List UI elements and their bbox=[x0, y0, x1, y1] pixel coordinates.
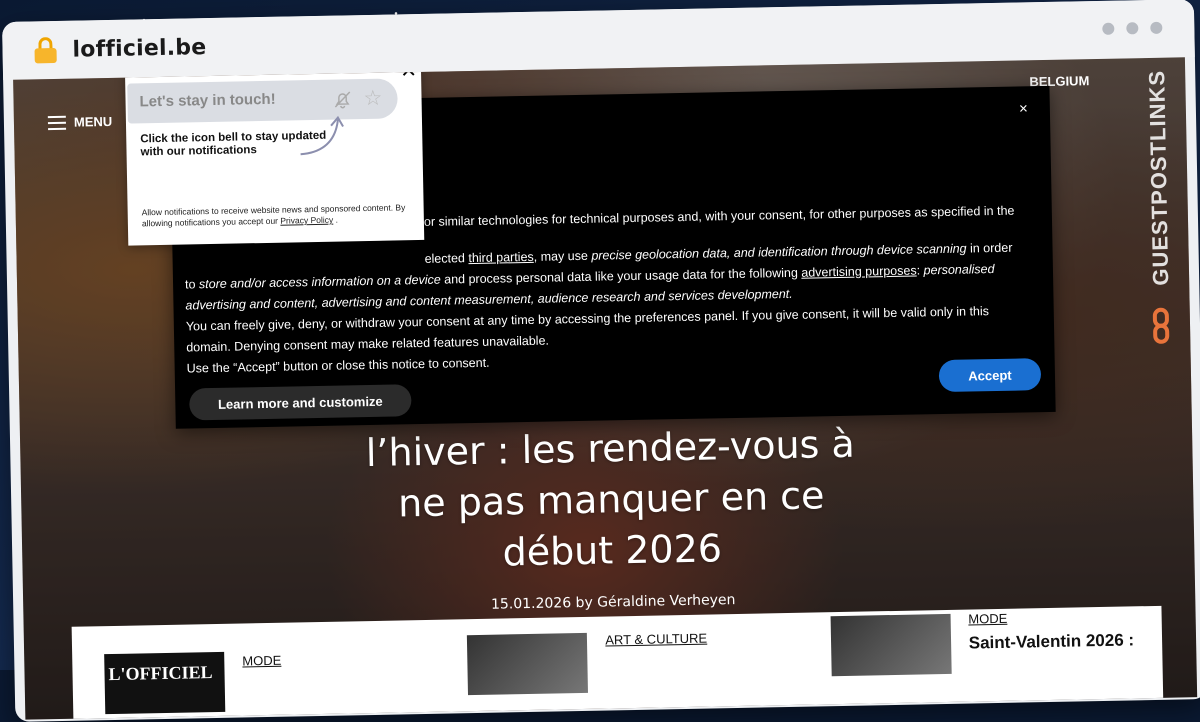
card-thumbnail[interactable] bbox=[467, 632, 589, 696]
card-category[interactable]: ART & CULTURE bbox=[605, 631, 707, 648]
card-title[interactable]: Saint-Valentin 2026 : bbox=[969, 630, 1135, 653]
window-dot-icon[interactable] bbox=[1102, 22, 1115, 35]
browser-window: lofficiel.be MENU BELGIUM l’hiver : les … bbox=[2, 0, 1200, 722]
page-viewport: MENU BELGIUM l’hiver : les rendez-vous à… bbox=[13, 57, 1198, 720]
brand-logo: L'OFFICIEL bbox=[108, 662, 213, 685]
menu-label: MENU bbox=[73, 113, 113, 130]
window-dot-icon[interactable] bbox=[1150, 21, 1163, 34]
card-category[interactable]: MODE bbox=[242, 653, 281, 669]
article-title-line: ne pas manquer en ce bbox=[397, 473, 825, 526]
card-category[interactable]: MODE bbox=[968, 611, 1007, 627]
privacy-policy-link[interactable]: Privacy Policy bbox=[280, 215, 333, 226]
window-controls bbox=[1102, 21, 1163, 35]
article-cards: L'OFFICIEL MODE ART & CULTURE MODE Saint… bbox=[71, 605, 1164, 720]
notification-title: Let's stay in touch! bbox=[139, 90, 276, 111]
card-thumbnail[interactable] bbox=[830, 613, 952, 677]
article-card[interactable]: MODE Saint-Valentin 2026 : bbox=[798, 606, 1163, 713]
watermark: GUESTPOSTLINKS bbox=[1137, 57, 1183, 358]
article-title-line: début 2026 bbox=[502, 526, 723, 575]
third-parties-link[interactable]: third parties bbox=[468, 250, 534, 265]
hamburger-icon bbox=[47, 115, 67, 130]
article-title[interactable]: l’hiver : les rendez-vous à ne pas manqu… bbox=[350, 418, 873, 581]
article-title-line: l’hiver : les rendez-vous à bbox=[365, 421, 856, 476]
window-dot-icon[interactable] bbox=[1126, 22, 1139, 35]
hero-article[interactable]: l’hiver : les rendez-vous à ne pas manqu… bbox=[350, 418, 873, 615]
notification-header: Let's stay in touch! ☆ bbox=[127, 78, 398, 124]
consent-close-button[interactable]: × bbox=[1019, 100, 1028, 117]
accept-button[interactable]: Accept bbox=[938, 358, 1042, 393]
lock-icon bbox=[34, 37, 57, 64]
card-thumbnail[interactable]: L'OFFICIEL bbox=[104, 651, 226, 715]
notification-footer: Allow notifications to receive website n… bbox=[141, 202, 406, 229]
link-chain-icon bbox=[1148, 307, 1175, 348]
advertising-purposes-link[interactable]: advertising purposes bbox=[801, 263, 917, 279]
watermark-text: GUESTPOSTLINKS bbox=[1144, 69, 1174, 286]
url-text[interactable]: lofficiel.be bbox=[72, 35, 206, 63]
bell-off-icon[interactable] bbox=[331, 88, 353, 110]
arrow-icon bbox=[300, 115, 344, 156]
article-card[interactable]: ART & CULTURE bbox=[435, 613, 800, 720]
menu-button[interactable]: MENU bbox=[47, 113, 113, 130]
star-icon[interactable]: ☆ bbox=[363, 86, 382, 110]
notification-prompt: ✕ Let's stay in touch! ☆ Click the icon … bbox=[125, 58, 425, 246]
learn-more-button[interactable]: Learn more and customize bbox=[189, 384, 412, 421]
